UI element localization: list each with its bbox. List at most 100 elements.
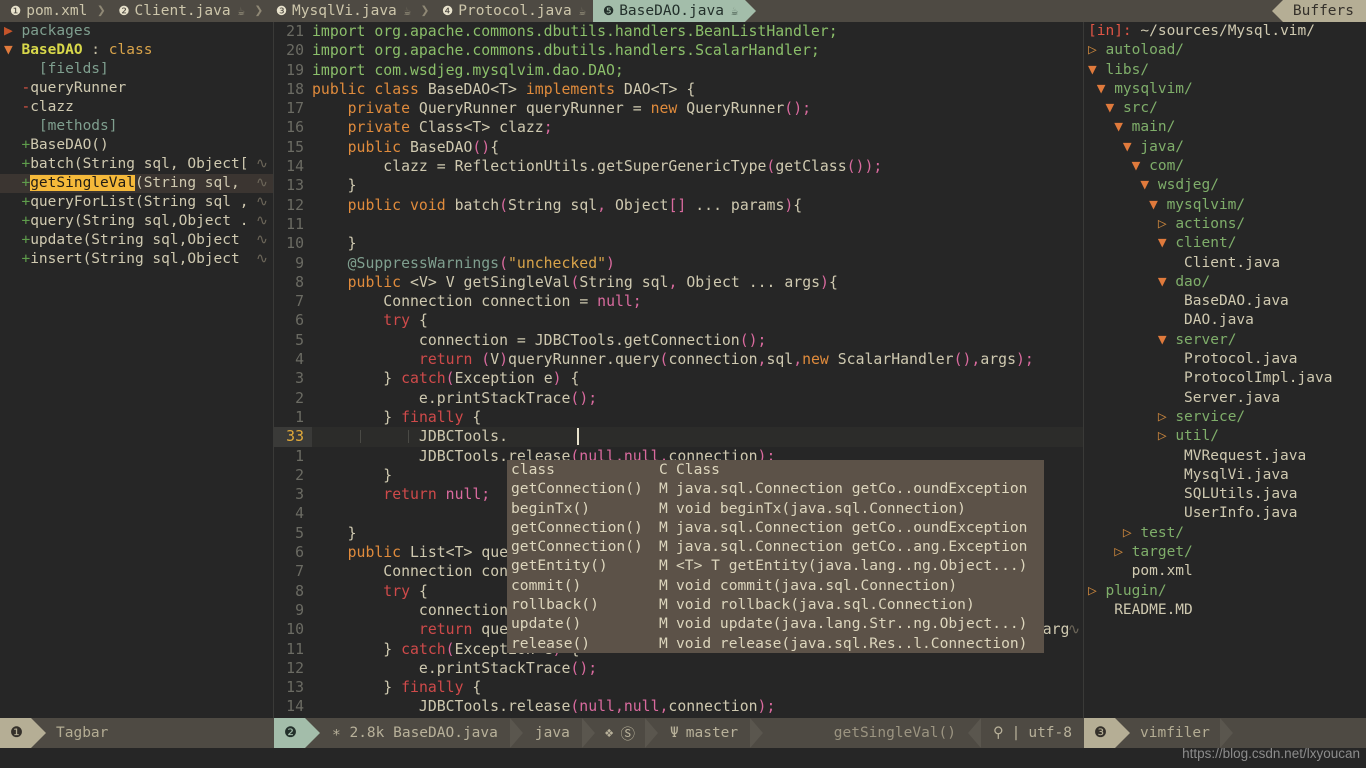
chevron-down-icon[interactable]: ▼ — [1088, 62, 1097, 78]
filetree-row[interactable]: Client.java — [1088, 254, 1366, 273]
tagbar-row[interactable]: +queryForList(String sql , ∿ — [0, 193, 274, 212]
code-line[interactable]: 14 clazz = ReflectionUtils.getSuperGener… — [274, 157, 1084, 176]
filetree-row[interactable]: ▷ actions/ — [1088, 215, 1366, 234]
tagbar-row[interactable]: [fields] — [0, 60, 274, 79]
vimfiler-panel[interactable]: [in]: ~/sources/Mysql.vim/▷ autoload/▼ l… — [1084, 22, 1366, 718]
filetree-file[interactable]: Client.java — [1184, 255, 1280, 271]
filetree-row[interactable]: MysqlVi.java — [1088, 466, 1366, 485]
filetree-file[interactable]: MVRequest.java — [1184, 448, 1306, 464]
chevron-down-icon[interactable]: ▼ — [1158, 332, 1167, 348]
filetree-directory[interactable]: main/ — [1132, 119, 1176, 135]
tagbar-row[interactable]: +getSingleVal(String sql, ∿ — [0, 174, 274, 193]
tagbar-row[interactable]: +BaseDAO() — [0, 136, 274, 155]
filetree-row[interactable]: ▷ util/ — [1088, 427, 1366, 446]
code-line[interactable]: 8 public <V> V getSingleVal(String sql, … — [274, 273, 1084, 292]
code-line[interactable]: 33 JDBCTools. — [274, 427, 1084, 447]
tagbar-tag-name[interactable]: update(String sql,Object — [30, 232, 240, 248]
filetree-directory[interactable]: actions/ — [1175, 216, 1245, 232]
chevron-down-icon[interactable]: ▼ — [1114, 119, 1123, 135]
autocomplete-item[interactable]: beginTx() Mvoid beginTx(java.sql.Connecti… — [507, 499, 1044, 518]
filetree-file[interactable]: Protocol.java — [1184, 351, 1298, 367]
filetree-file[interactable]: README.MD — [1114, 602, 1193, 618]
filetree-directory[interactable]: test/ — [1140, 525, 1184, 541]
filetree-row[interactable]: ▼ client/ — [1088, 234, 1366, 253]
autocomplete-item[interactable]: class C Class — [507, 460, 1044, 479]
code-line[interactable]: 19 import com.wsdjeg.mysqlvim.dao.DAO; — [274, 61, 1084, 80]
filetree-file[interactable]: ProtocolImpl.java — [1184, 370, 1332, 386]
filetree-file[interactable]: MysqlVi.java — [1184, 467, 1289, 483]
code-line[interactable]: 18 public class BaseDAO<T> implements DAO… — [274, 80, 1084, 99]
chevron-down-icon[interactable]: ▼ — [1149, 197, 1158, 213]
autocomplete-item[interactable]: release() Mvoid release(java.sql.Res..l.C… — [507, 634, 1044, 653]
code-line[interactable]: 15 public BaseDAO(){ — [274, 138, 1084, 157]
filetree-row[interactable]: ▼ wsdjeg/ — [1088, 176, 1366, 195]
chevron-right-icon[interactable]: ▷ — [1123, 525, 1132, 541]
code-line[interactable]: 7 Connection connection = null; — [274, 292, 1084, 311]
filetree-directory[interactable]: java/ — [1140, 139, 1184, 155]
filetree-directory[interactable]: libs/ — [1105, 62, 1149, 78]
code-line[interactable]: 17 private QueryRunner queryRunner = new… — [274, 99, 1084, 118]
tagbar-tag-name[interactable]: query(String sql,Object . — [30, 213, 248, 229]
filetree-directory[interactable]: target/ — [1132, 544, 1193, 560]
code-line[interactable]: 13 } — [274, 176, 1084, 195]
filetree-row[interactable]: Server.java — [1088, 389, 1366, 408]
filetree-directory[interactable]: com/ — [1149, 158, 1184, 174]
filetree-row[interactable]: ▼ dao/ — [1088, 273, 1366, 292]
autocomplete-item[interactable]: getEntity() M <T> T getEntity(java.lang..n… — [507, 556, 1044, 575]
code-line[interactable]: 2 e.printStackTrace(); — [274, 389, 1084, 408]
filetree-directory[interactable]: service/ — [1175, 409, 1245, 425]
tagbar-caret-icon[interactable]: ▼ — [4, 42, 13, 58]
filetree-directory[interactable]: src/ — [1123, 100, 1158, 116]
filetree-file[interactable]: BaseDAO.java — [1184, 293, 1289, 309]
chevron-right-icon[interactable]: ▷ — [1158, 409, 1167, 425]
code-line[interactable]: 11 — [274, 215, 1084, 234]
tagbar-tag-name[interactable]: clazz — [30, 99, 74, 115]
chevron-down-icon[interactable]: ▼ — [1158, 235, 1167, 251]
filetree-directory[interactable]: client/ — [1175, 235, 1236, 251]
code-line[interactable]: 4 return (V)queryRunner.query(connection… — [274, 350, 1084, 369]
tab-MysqlVi-java[interactable]: ❸ MysqlVi.java ☕ — [265, 0, 419, 22]
filetree-directory[interactable]: util/ — [1175, 428, 1219, 444]
code-line[interactable]: 14 JDBCTools.release(null,null,connectio… — [274, 697, 1084, 716]
autocomplete-item[interactable]: rollback() Mvoid rollback(java.sql.Connec… — [507, 595, 1044, 614]
tagbar-row[interactable]: -queryRunner — [0, 79, 274, 98]
filetree-file[interactable]: DAO.java — [1184, 312, 1254, 328]
autocomplete-item[interactable]: commit() Mvoid commit(java.sql.Connection… — [507, 576, 1044, 595]
filetree-directory[interactable]: server/ — [1175, 332, 1236, 348]
filetree-row[interactable]: MVRequest.java — [1088, 447, 1366, 466]
chevron-right-icon[interactable]: ▷ — [1088, 42, 1097, 58]
tagbar-tag-name[interactable]: BaseDAO() — [30, 137, 109, 153]
tagbar-kind-label[interactable]: packages — [21, 23, 91, 39]
tagbar-tag-name[interactable]: batch(String sql, Object[ — [30, 156, 248, 172]
filetree-row[interactable]: ▷ test/ — [1088, 524, 1366, 543]
code-line[interactable]: 21 import org.apache.commons.dbutils.hand… — [274, 22, 1084, 41]
chevron-down-icon[interactable]: ▼ — [1105, 100, 1114, 116]
chevron-down-icon[interactable]: ▼ — [1123, 139, 1132, 155]
autocomplete-item[interactable]: getConnection() Mjava.sql.Connection getC… — [507, 518, 1044, 537]
code-line[interactable]: 1 } finally { — [274, 408, 1084, 427]
code-line[interactable]: 13 } finally { — [274, 678, 1084, 697]
filetree-row[interactable]: ▼ mysqlvim/ — [1088, 80, 1366, 99]
buffers-label[interactable]: Buffers — [1271, 0, 1366, 22]
filetree-row[interactable]: BaseDAO.java — [1088, 292, 1366, 311]
filetree-row[interactable]: Protocol.java — [1088, 350, 1366, 369]
tab-pom-xml[interactable]: ❶ pom.xml — [0, 0, 95, 22]
code-line[interactable]: 20 import org.apache.commons.dbutils.hand… — [274, 41, 1084, 60]
filetree-row[interactable]: ▼ src/ — [1088, 99, 1366, 118]
filetree-row[interactable]: ▼ libs/ — [1088, 61, 1366, 80]
filetree-row[interactable]: ▷ target/ — [1088, 543, 1366, 562]
filetree-directory[interactable]: dao/ — [1175, 274, 1210, 290]
filetree-row[interactable]: DAO.java — [1088, 311, 1366, 330]
filetree-directory[interactable]: wsdjeg/ — [1158, 177, 1219, 193]
tagbar-row[interactable]: +update(String sql,Object ∿ — [0, 231, 274, 250]
code-line[interactable]: 9 @SuppressWarnings("unchecked") — [274, 254, 1084, 273]
filetree-directory[interactable]: plugin/ — [1105, 583, 1166, 599]
filetree-file[interactable]: SQLUtils.java — [1184, 486, 1298, 502]
tagbar-row[interactable]: ▶ packages — [0, 22, 274, 41]
chevron-down-icon[interactable]: ▼ — [1132, 158, 1141, 174]
filetree-row[interactable]: SQLUtils.java — [1088, 485, 1366, 504]
tagbar-row[interactable]: +batch(String sql, Object[∿ — [0, 155, 274, 174]
chevron-right-icon[interactable]: ▷ — [1088, 583, 1097, 599]
chevron-down-icon[interactable]: ▼ — [1158, 274, 1167, 290]
chevron-down-icon[interactable]: ▼ — [1140, 177, 1149, 193]
